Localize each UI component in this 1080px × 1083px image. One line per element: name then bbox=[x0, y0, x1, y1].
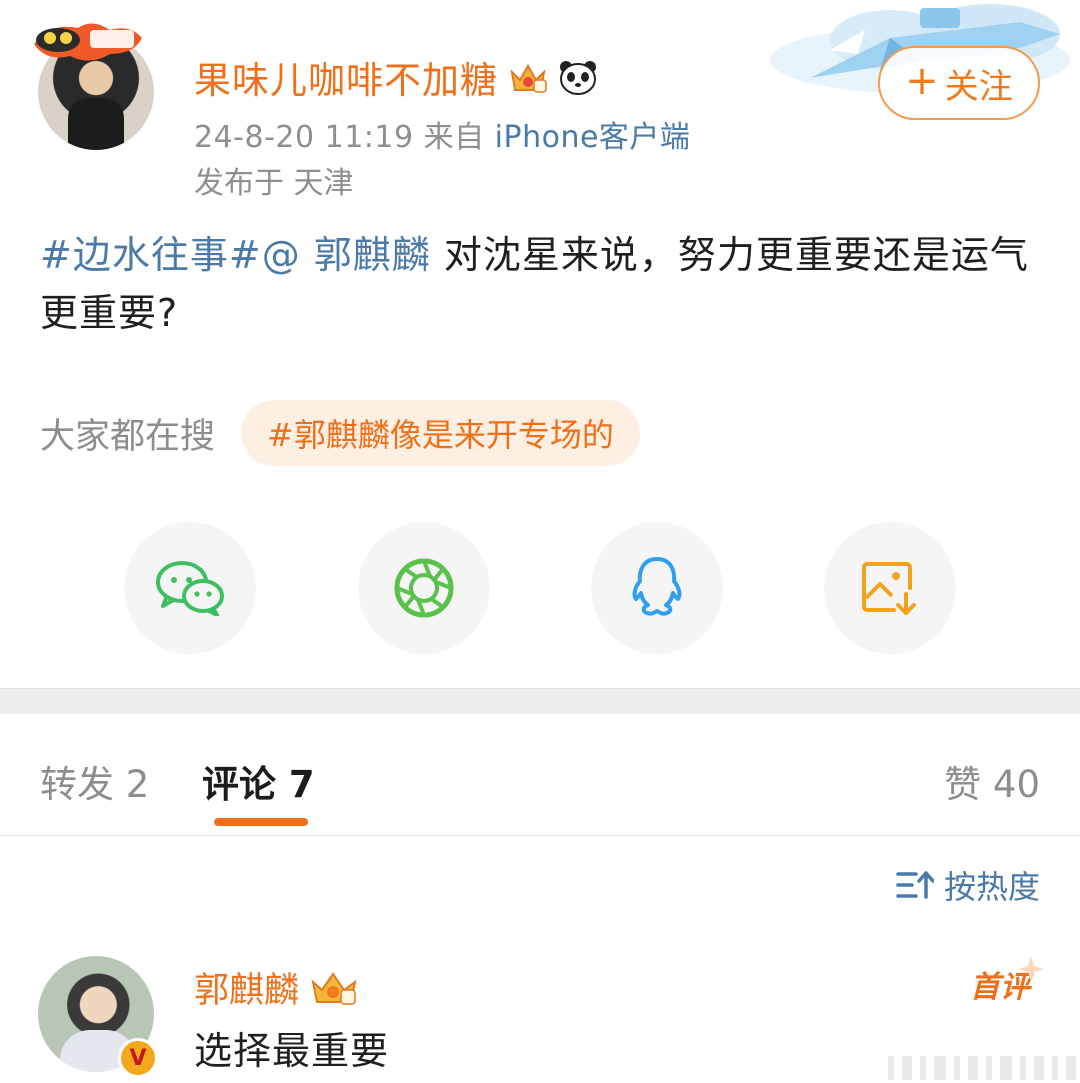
qq-icon bbox=[632, 557, 682, 616]
mention-link[interactable]: @ 郭麒麟 bbox=[262, 233, 431, 277]
sort-label: 按热度 bbox=[943, 868, 1040, 906]
post-location: 发布于 天津 bbox=[194, 166, 354, 201]
panda-badge-icon bbox=[560, 61, 596, 95]
tab-like[interactable]: 赞 40 bbox=[944, 754, 1040, 808]
share-qq-button[interactable] bbox=[591, 522, 723, 654]
tab-repost[interactable]: 转发 2 bbox=[40, 754, 149, 808]
moments-icon bbox=[394, 558, 454, 618]
watermark-bars bbox=[888, 1056, 1076, 1080]
share-moments-button[interactable] bbox=[358, 522, 490, 654]
follow-label: 关注 bbox=[944, 66, 1013, 107]
author-name-text[interactable]: 果味儿咖啡不加糖 bbox=[194, 50, 498, 104]
crown-badge-icon bbox=[510, 63, 547, 93]
sparkle-icon bbox=[1018, 956, 1044, 982]
share-bar bbox=[0, 522, 1080, 654]
post-meta: 24-8-20 11:19 来自 iPhone客户端 bbox=[194, 112, 690, 156]
plus-icon: + bbox=[905, 58, 939, 104]
trending-topic-pill[interactable]: #郭麒麟像是来开专场的 bbox=[241, 400, 640, 466]
tab-comment[interactable]: 评论 7 bbox=[202, 754, 315, 808]
trending-search-row: 大家都在搜 #郭麒麟像是来开专场的 bbox=[40, 400, 640, 466]
interaction-tabs: 转发 2 评论 7 赞 40 bbox=[0, 714, 1080, 836]
wechat-icon bbox=[156, 561, 224, 616]
section-divider bbox=[0, 688, 1080, 714]
comment-text: 选择最重要 bbox=[194, 1029, 390, 1073]
post-date: 24-8-20 11:19 bbox=[194, 120, 414, 155]
follow-button[interactable]: + 关注 bbox=[878, 46, 1040, 120]
commenter-name[interactable]: 郭麒麟 bbox=[194, 962, 359, 1013]
verified-badge-icon: V bbox=[118, 1038, 158, 1078]
save-image-button[interactable] bbox=[824, 522, 956, 654]
trending-search-label: 大家都在搜 bbox=[40, 416, 216, 457]
post-content: #边水往事#@ 郭麒麟 对沈星来说，努力更重要还是运气更重要? bbox=[40, 226, 1040, 342]
author-name[interactable]: 果味儿咖啡不加糖 bbox=[194, 50, 598, 104]
commenter-name-text[interactable]: 郭麒麟 bbox=[194, 962, 299, 1013]
avatar-sticker-decoration bbox=[34, 23, 142, 61]
crown-badge-icon bbox=[311, 971, 357, 1005]
sort-icon bbox=[896, 871, 934, 899]
source-prefix: 来自 bbox=[423, 120, 485, 155]
topic-tag-link[interactable]: #边水往事# bbox=[40, 233, 262, 277]
post-card: 果味儿咖啡不加糖 24-8-20 11:19 来自 iPhone客户端 发布于 … bbox=[0, 0, 1080, 688]
sort-button[interactable]: 按热度 bbox=[896, 862, 1040, 908]
active-tab-indicator bbox=[214, 818, 308, 826]
share-wechat-button[interactable] bbox=[124, 522, 256, 654]
post-client[interactable]: iPhone客户端 bbox=[495, 120, 691, 155]
save-image-icon bbox=[862, 562, 916, 615]
